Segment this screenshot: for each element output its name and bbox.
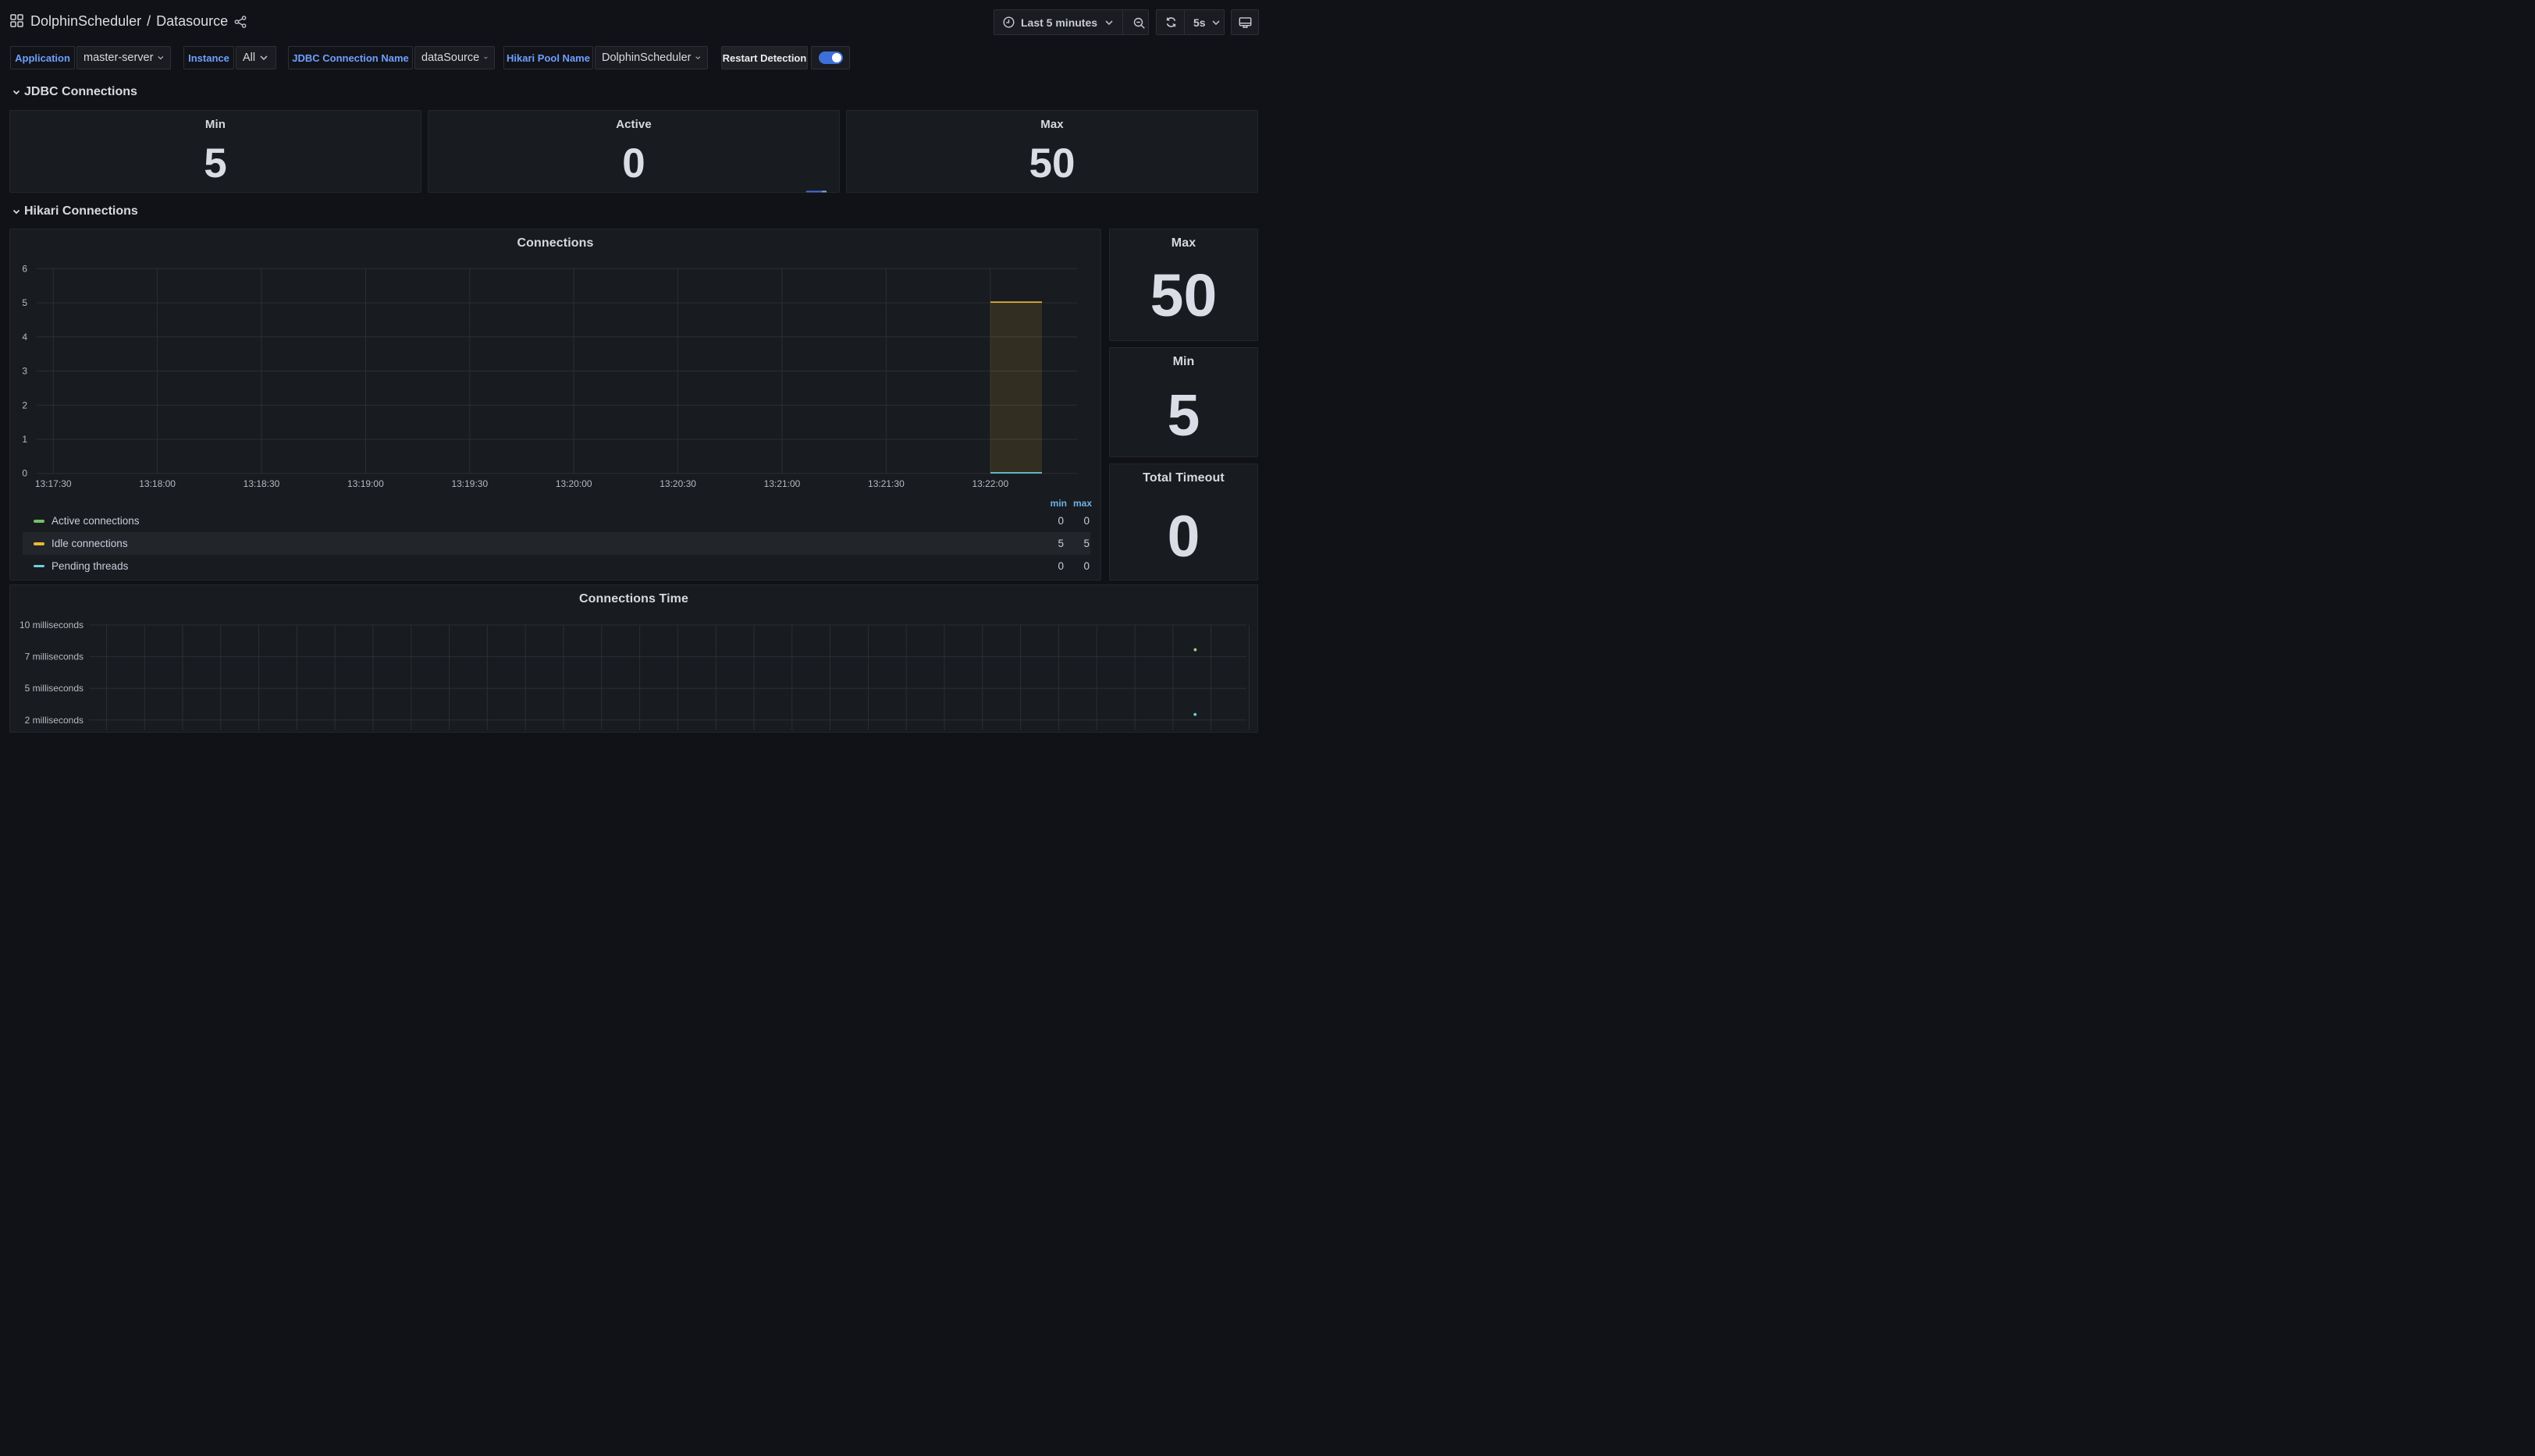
svg-text:13:21:30: 13:21:30: [868, 478, 905, 489]
svg-text:13:19:00: 13:19:00: [347, 478, 384, 489]
svg-text:13:18:30: 13:18:30: [244, 478, 280, 489]
svg-text:3: 3: [22, 366, 27, 377]
svg-text:13:20:30: 13:20:30: [660, 478, 696, 489]
svg-text:13:19:30: 13:19:30: [451, 478, 488, 489]
svg-text:4: 4: [22, 332, 27, 343]
svg-text:10 milliseconds: 10 milliseconds: [20, 620, 84, 630]
svg-text:13:21:00: 13:21:00: [764, 478, 801, 489]
svg-text:2: 2: [22, 400, 27, 410]
svg-text:6: 6: [22, 263, 27, 274]
svg-text:13:18:00: 13:18:00: [139, 478, 176, 489]
svg-text:13:20:00: 13:20:00: [556, 478, 592, 489]
svg-text:2 milliseconds: 2 milliseconds: [25, 715, 84, 726]
svg-text:7 milliseconds: 7 milliseconds: [25, 652, 84, 662]
svg-text:13:22:00: 13:22:00: [972, 478, 1008, 489]
svg-text:13:17:30: 13:17:30: [35, 478, 72, 489]
svg-text:0: 0: [22, 468, 27, 479]
svg-text:1: 1: [22, 434, 27, 445]
svg-text:5 milliseconds: 5 milliseconds: [25, 683, 84, 694]
svg-text:5: 5: [22, 297, 27, 308]
